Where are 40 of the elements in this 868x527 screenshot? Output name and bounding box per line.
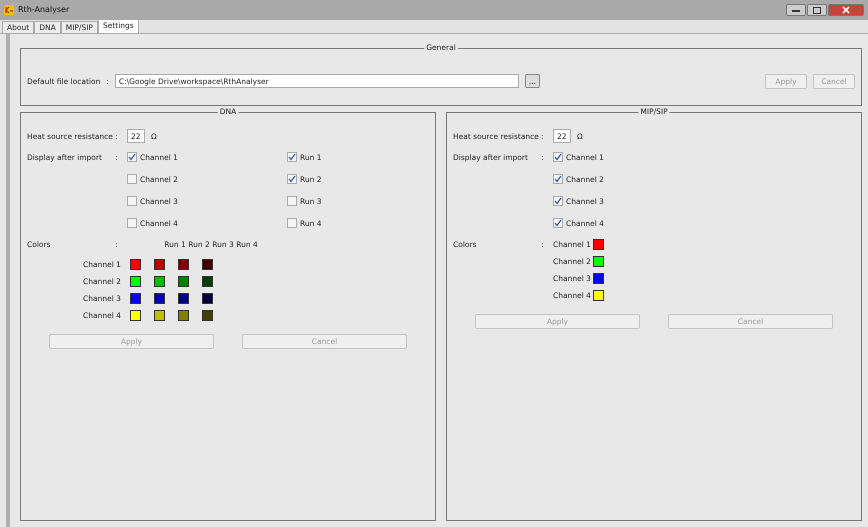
color-swatch[interactable] (130, 258, 140, 270)
checkbox[interactable] (127, 174, 137, 184)
color-swatch[interactable] (593, 238, 604, 250)
color-swatch[interactable] (154, 292, 164, 304)
checkbox[interactable] (127, 218, 137, 228)
color-swatch[interactable] (202, 258, 212, 270)
checkbox[interactable] (553, 196, 563, 206)
color-swatch[interactable] (202, 276, 212, 286)
close-button[interactable] (828, 4, 864, 16)
maximize-icon (813, 6, 821, 14)
color-swatch[interactable] (593, 272, 604, 284)
color-swatch[interactable] (178, 258, 188, 270)
color-swatch[interactable] (178, 310, 188, 320)
checkbox[interactable] (553, 174, 563, 184)
color-swatch[interactable] (154, 276, 164, 286)
color-swatch[interactable] (130, 276, 140, 286)
color-swatch[interactable] (154, 258, 164, 270)
checkbox[interactable] (287, 152, 297, 162)
checkbox[interactable] (553, 218, 563, 228)
checkbox[interactable] (287, 174, 297, 184)
color-swatch[interactable] (154, 310, 164, 320)
checkbox[interactable] (287, 218, 297, 228)
color-swatch[interactable] (593, 290, 604, 300)
color-swatch[interactable] (178, 292, 188, 304)
minimize-icon (792, 8, 800, 12)
color-swatch[interactable] (202, 292, 212, 304)
maximize-button[interactable] (807, 4, 827, 16)
checkbox[interactable] (287, 196, 297, 206)
window-title: Rth-Analyser (18, 5, 70, 15)
color-swatch[interactable] (593, 256, 604, 266)
checkbox[interactable] (127, 152, 137, 162)
minimize-button[interactable] (786, 4, 806, 16)
checkbox[interactable] (127, 196, 137, 206)
app-icon (4, 5, 14, 15)
color-swatch[interactable] (130, 292, 140, 304)
color-swatch[interactable] (178, 276, 188, 286)
close-icon (842, 6, 850, 14)
color-swatch[interactable] (130, 310, 140, 320)
checkbox[interactable] (553, 152, 563, 162)
color-swatch[interactable] (202, 310, 212, 320)
